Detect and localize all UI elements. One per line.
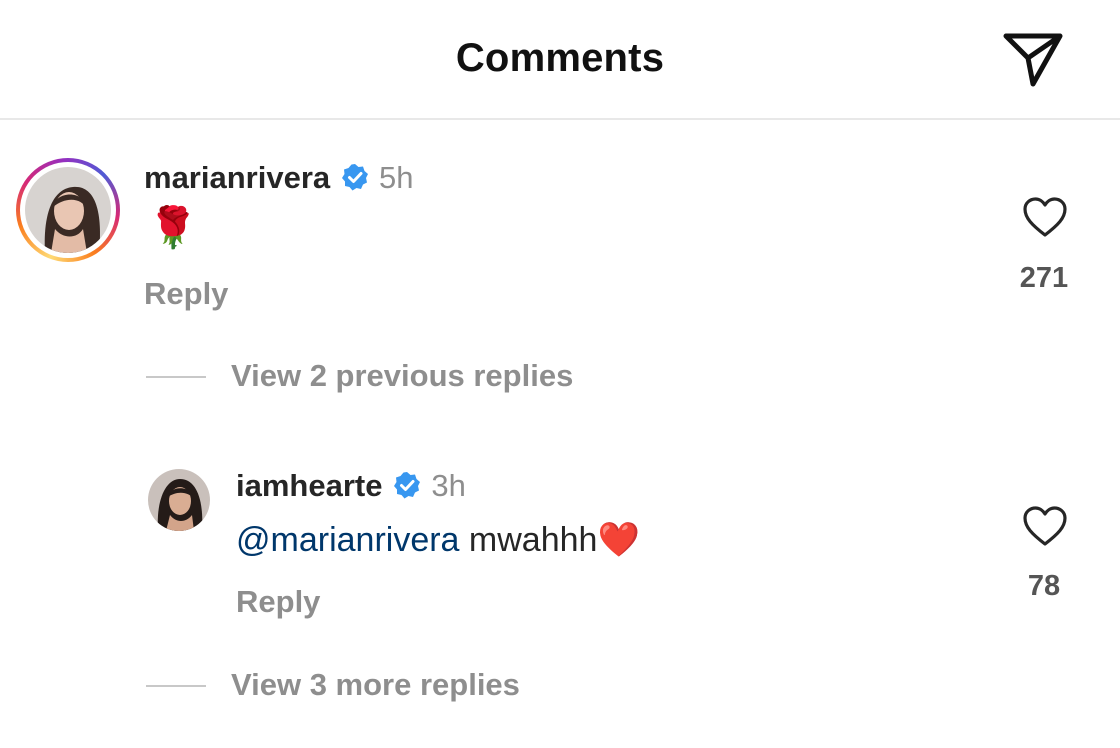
paper-plane-icon[interactable] <box>1000 28 1066 90</box>
like-count: 271 <box>1019 262 1069 294</box>
view-more-replies-button[interactable]: View 3 more replies <box>231 667 520 703</box>
heart-emoji: ❤️ <box>597 521 640 559</box>
reply-button[interactable]: Reply <box>144 276 228 312</box>
replies-divider <box>146 376 206 378</box>
replies-divider <box>146 685 206 687</box>
like-count: 78 <box>1027 570 1061 602</box>
heart-icon[interactable] <box>1022 505 1068 547</box>
reply-text: @marianrivera mwahhh❤️ <box>236 520 640 560</box>
comment-timestamp: 5h <box>379 160 414 195</box>
heart-icon[interactable] <box>1022 196 1068 238</box>
reply-button[interactable]: Reply <box>236 584 320 620</box>
comment-username[interactable]: marianrivera <box>144 160 330 195</box>
comments-header: Comments <box>0 0 1120 120</box>
comment-text: 🌹 <box>148 206 198 250</box>
reply-username[interactable]: iamhearte <box>236 468 382 503</box>
view-previous-replies-button[interactable]: View 2 previous replies <box>231 358 573 394</box>
reply-timestamp: 3h <box>431 468 466 503</box>
comment-header-row: marianrivera 5h <box>144 160 414 200</box>
avatar-photo <box>148 469 210 531</box>
avatar-photo <box>25 167 111 253</box>
verified-badge-icon <box>341 164 368 191</box>
mention-link[interactable]: @marianrivera <box>236 521 459 559</box>
reply-header-row: iamhearte 3h <box>236 468 466 508</box>
avatar[interactable] <box>148 469 210 531</box>
page-title: Comments <box>455 36 665 80</box>
verified-badge-icon <box>393 472 420 499</box>
avatar[interactable] <box>16 158 120 262</box>
reply-message: mwahhh <box>468 521 598 559</box>
